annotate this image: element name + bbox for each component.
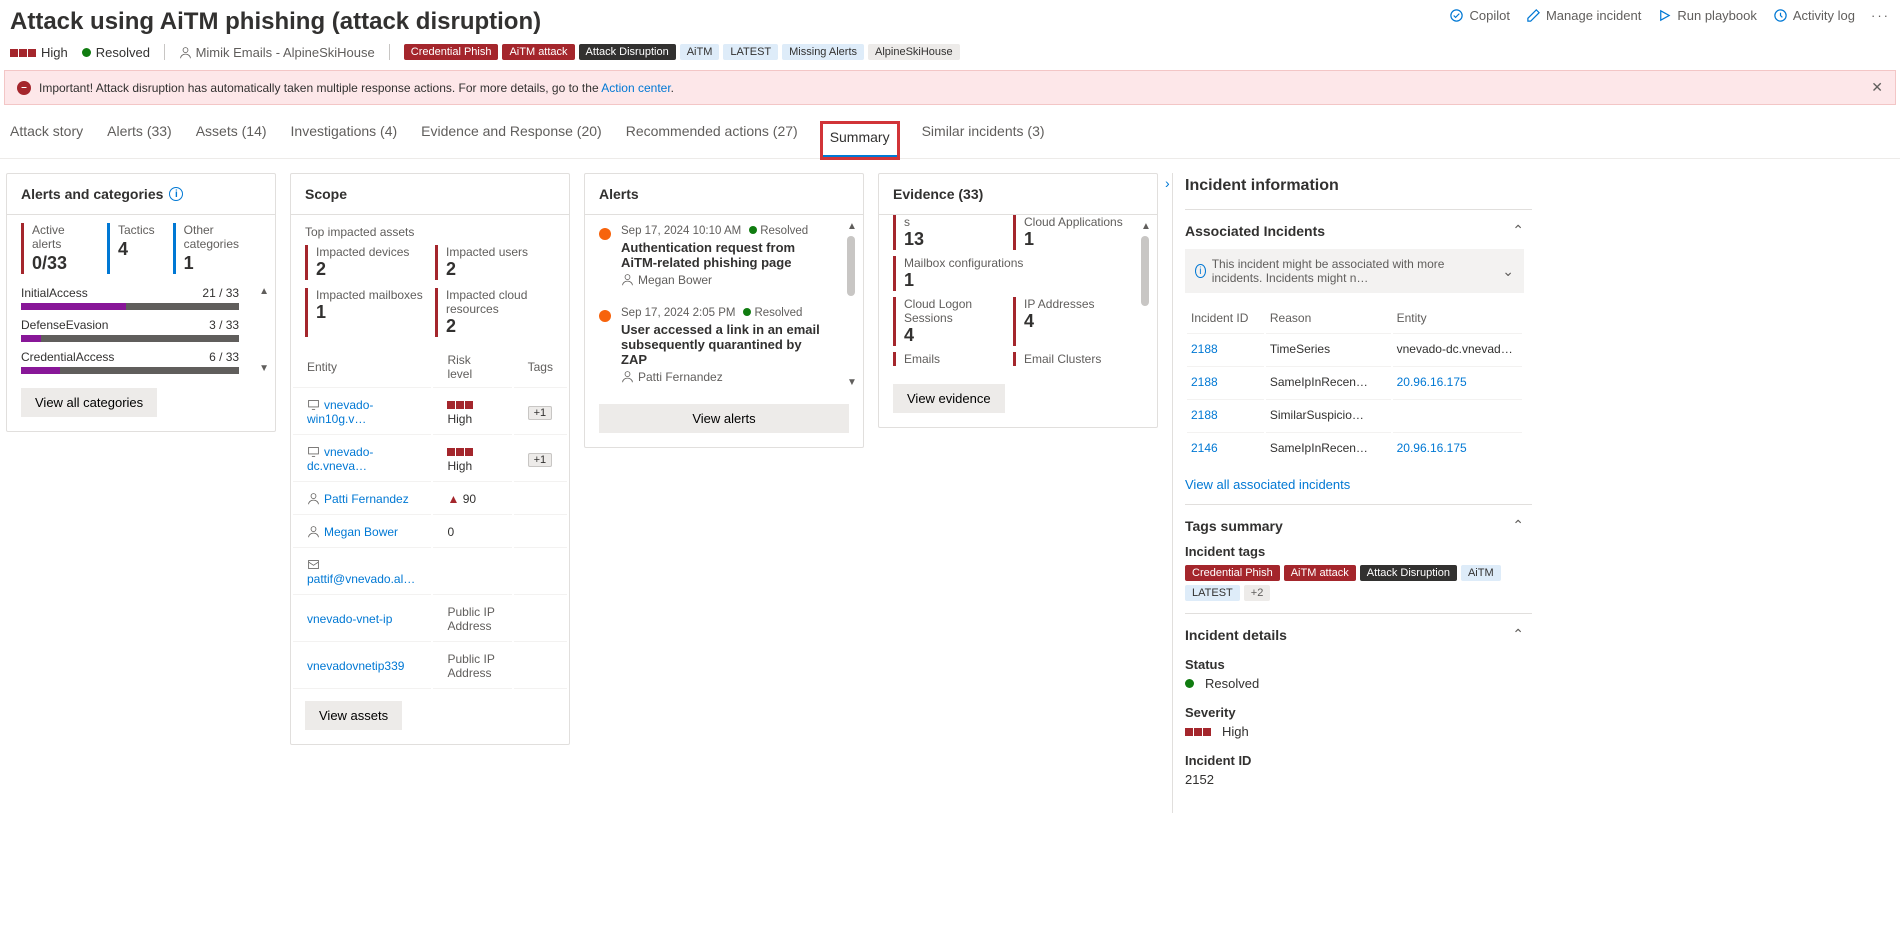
chevron-up-icon: ⌃ bbox=[1512, 517, 1524, 534]
assoc-row[interactable]: 2188TimeSeriesvnevado-dc.vnevado.alpines… bbox=[1187, 333, 1522, 364]
tab-alerts[interactable]: Alerts (33) bbox=[107, 123, 172, 158]
assoc-info-banner: i This incident might be associated with… bbox=[1185, 249, 1524, 293]
warning-icon: – bbox=[17, 81, 31, 95]
alert-item[interactable]: Sep 17, 2024 2:05 PMResolved User access… bbox=[585, 297, 843, 394]
manage-incident-button[interactable]: Manage incident bbox=[1526, 8, 1641, 23]
scope-title: Scope bbox=[291, 174, 569, 215]
chevron-up-icon: ⌃ bbox=[1512, 626, 1524, 643]
page-title: Attack using AiTM phishing (attack disru… bbox=[10, 8, 541, 36]
more-menu-icon[interactable]: ··· bbox=[1871, 8, 1890, 23]
close-icon[interactable]: ✕ bbox=[1871, 79, 1883, 96]
scroll-down-icon[interactable]: ▼ bbox=[259, 363, 269, 374]
tab-summary[interactable]: Summary bbox=[822, 123, 898, 158]
incident-tabs: Attack story Alerts (33) Assets (14) Inv… bbox=[0, 105, 1900, 159]
incident-tags: Credential Phish AiTM attack Attack Disr… bbox=[404, 44, 960, 60]
alerts-categories-title: Alerts and categories i bbox=[7, 174, 275, 215]
alert-item[interactable]: Sep 17, 2024 10:10 AMResolved Authentica… bbox=[585, 215, 843, 297]
chevron-down-icon[interactable]: ⌄ bbox=[1502, 263, 1514, 280]
chevron-up-icon: ⌃ bbox=[1512, 222, 1524, 239]
asset-row[interactable]: Megan Bower0 bbox=[293, 517, 567, 548]
run-playbook-button[interactable]: Run playbook bbox=[1657, 8, 1757, 23]
scrollbar-thumb[interactable] bbox=[1141, 236, 1149, 306]
view-assets-button[interactable]: View assets bbox=[305, 701, 402, 730]
disruption-banner: – Important! Attack disruption has autom… bbox=[4, 70, 1896, 105]
incident-info-title: Incident information bbox=[1185, 173, 1532, 209]
view-evidence-button[interactable]: View evidence bbox=[893, 384, 1005, 413]
asset-row[interactable]: pattif@vnevado.al… bbox=[293, 550, 567, 595]
asset-row[interactable]: vnevado-dc.vneva… High+1 bbox=[293, 437, 567, 482]
category-row: DefenseEvasion3 / 33 bbox=[7, 314, 253, 346]
view-assoc-link[interactable]: View all associated incidents bbox=[1185, 477, 1350, 492]
evidence-title: Evidence (33) bbox=[879, 174, 1157, 215]
info-icon: i bbox=[1195, 264, 1206, 278]
tab-evidence-response[interactable]: Evidence and Response (20) bbox=[421, 123, 602, 158]
view-alerts-button[interactable]: View alerts bbox=[599, 404, 849, 433]
asset-row[interactable]: vnevado-win10g.v… High+1 bbox=[293, 390, 567, 435]
alert-status-icon bbox=[599, 228, 611, 240]
associated-incidents-header[interactable]: Associated Incidents⌃ bbox=[1185, 222, 1524, 239]
asset-row[interactable]: vnevado-vnet-ipPublic IP Address bbox=[293, 597, 567, 642]
tab-assets[interactable]: Assets (14) bbox=[196, 123, 267, 158]
category-row: InitialAccess21 / 33 bbox=[7, 282, 253, 314]
alert-status-icon bbox=[599, 310, 611, 322]
assoc-row[interactable]: 2188SimilarSuspicio… bbox=[1187, 399, 1522, 430]
scroll-down-icon[interactable]: ▼ bbox=[847, 377, 859, 388]
tab-recommended[interactable]: Recommended actions (27) bbox=[626, 123, 798, 158]
tab-investigations[interactable]: Investigations (4) bbox=[291, 123, 398, 158]
alerts-panel-title: Alerts bbox=[585, 174, 863, 215]
category-row: CredentialAccess6 / 33 bbox=[7, 346, 253, 378]
action-center-link[interactable]: Action center bbox=[601, 81, 670, 95]
asset-row[interactable]: vnevadovnetip339Public IP Address bbox=[293, 644, 567, 689]
tab-similar[interactable]: Similar incidents (3) bbox=[922, 123, 1045, 158]
assoc-row[interactable]: 2188SameIpInRecen…20.96.16.175 bbox=[1187, 366, 1522, 397]
tags-summary-header[interactable]: Tags summary⌃ bbox=[1185, 517, 1524, 534]
scroll-up-icon[interactable]: ▲ bbox=[259, 286, 269, 297]
asset-row[interactable]: Patti Fernandez▲ 90 bbox=[293, 484, 567, 515]
scrollbar-thumb[interactable] bbox=[847, 236, 855, 296]
info-icon[interactable]: i bbox=[169, 187, 183, 201]
assoc-row[interactable]: 2146SameIpInRecen…20.96.16.175 bbox=[1187, 432, 1522, 463]
severity-indicator: High bbox=[10, 45, 68, 60]
scroll-up-icon[interactable]: ▲ bbox=[1141, 221, 1153, 232]
activity-log-button[interactable]: Activity log bbox=[1773, 8, 1855, 23]
view-categories-button[interactable]: View all categories bbox=[21, 388, 157, 417]
status-indicator: Resolved bbox=[82, 45, 150, 60]
chevron-right-icon[interactable]: › bbox=[1165, 175, 1170, 191]
incident-details-header[interactable]: Incident details⌃ bbox=[1185, 626, 1524, 643]
scroll-up-icon[interactable]: ▲ bbox=[847, 221, 859, 232]
incident-owner: Mimik Emails - AlpineSkiHouse bbox=[179, 45, 375, 60]
tab-attack-story[interactable]: Attack story bbox=[10, 123, 83, 158]
copilot-button[interactable]: Copilot bbox=[1449, 8, 1509, 23]
